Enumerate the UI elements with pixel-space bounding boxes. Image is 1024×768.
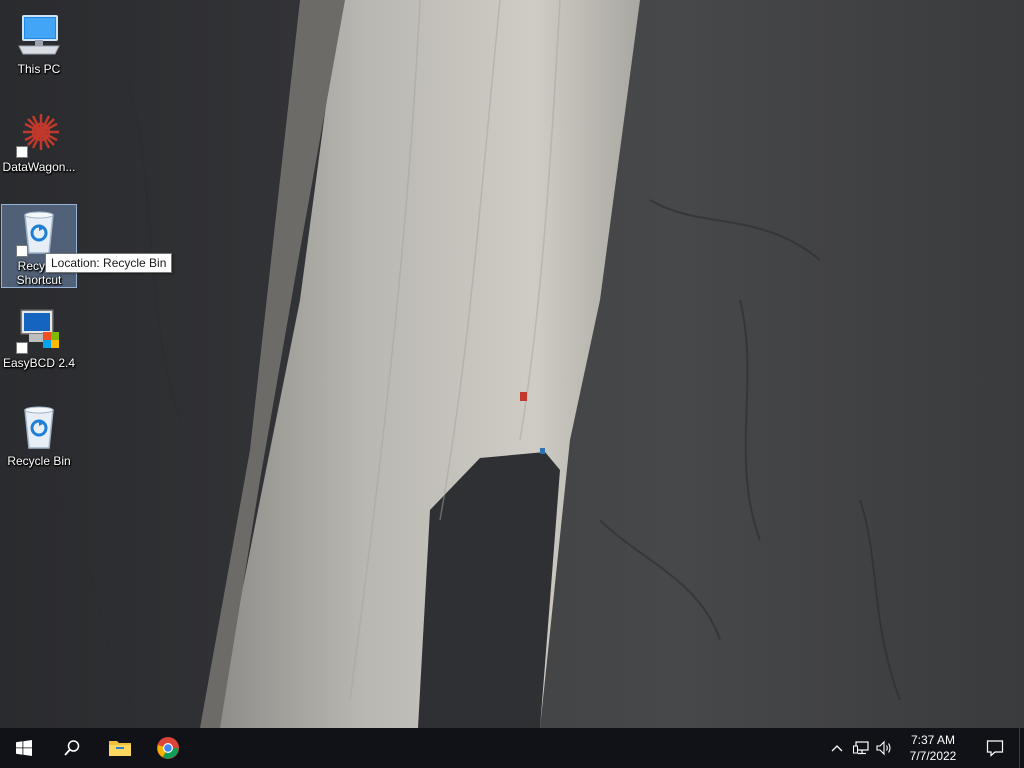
volume-icon: [876, 740, 891, 756]
clock[interactable]: 7:37 AM 7/7/2022: [897, 732, 969, 764]
taskbar: 7:37 AM 7/7/2022: [0, 728, 1024, 768]
wallpaper-rock-cliff: [0, 0, 1024, 728]
file-explorer-button[interactable]: [96, 728, 144, 768]
search-button[interactable]: [48, 728, 96, 768]
desktop-icon-this-pc[interactable]: This PC: [1, 8, 77, 92]
action-center-icon: [986, 740, 1004, 757]
easybcd-icon: [15, 306, 63, 354]
search-icon: [64, 740, 80, 756]
show-desktop-button[interactable]: [1019, 728, 1024, 768]
volume-button[interactable]: [873, 728, 897, 768]
network-icon: [853, 741, 869, 755]
shortcut-arrow-icon: [16, 342, 28, 354]
show-hidden-icons-button[interactable]: [825, 728, 849, 768]
datawagon-icon: [15, 110, 63, 158]
tooltip: Location: Recycle Bin: [45, 253, 173, 273]
shortcut-arrow-icon: [16, 146, 28, 158]
desktop-icon-label: EasyBCD 2.4: [2, 356, 76, 370]
chevron-up-icon: [831, 745, 843, 752]
desktop-icon-label-line2: Shortcut: [16, 273, 62, 287]
shortcut-arrow-icon: [16, 245, 28, 257]
desktop-icon-label: DataWagon...: [2, 160, 76, 174]
folder-icon: [109, 741, 131, 756]
clock-time: 7:37 AM: [910, 733, 956, 747]
this-pc-icon: [15, 12, 63, 60]
start-button[interactable]: [0, 728, 48, 768]
network-button[interactable]: [849, 728, 873, 768]
desktop-icon-recycle-shortcut[interactable]: Recycle Shortcut: [1, 204, 77, 288]
action-center-button[interactable]: [975, 728, 1015, 768]
desktop-icon-datawagon[interactable]: DataWagon...: [1, 106, 77, 190]
desktop-icon-recycle-bin[interactable]: Recycle Bin: [1, 400, 77, 484]
windows-logo-icon: [16, 740, 32, 756]
desktop-icon-label: This PC: [17, 62, 61, 76]
system-tray: 7:37 AM 7/7/2022: [825, 728, 1024, 768]
desktop-icon-label: Recycle Bin: [7, 454, 71, 468]
recycle-bin-icon: [15, 404, 63, 452]
clock-date: 7/7/2022: [909, 749, 957, 763]
chrome-button[interactable]: [144, 728, 192, 768]
desktop[interactable]: This PC DataWagon... Recycle Shortcut Ea…: [0, 0, 1024, 728]
recycle-bin-icon: [15, 209, 63, 257]
chrome-icon: [157, 737, 179, 759]
desktop-icon-easybcd[interactable]: EasyBCD 2.4: [1, 302, 77, 386]
